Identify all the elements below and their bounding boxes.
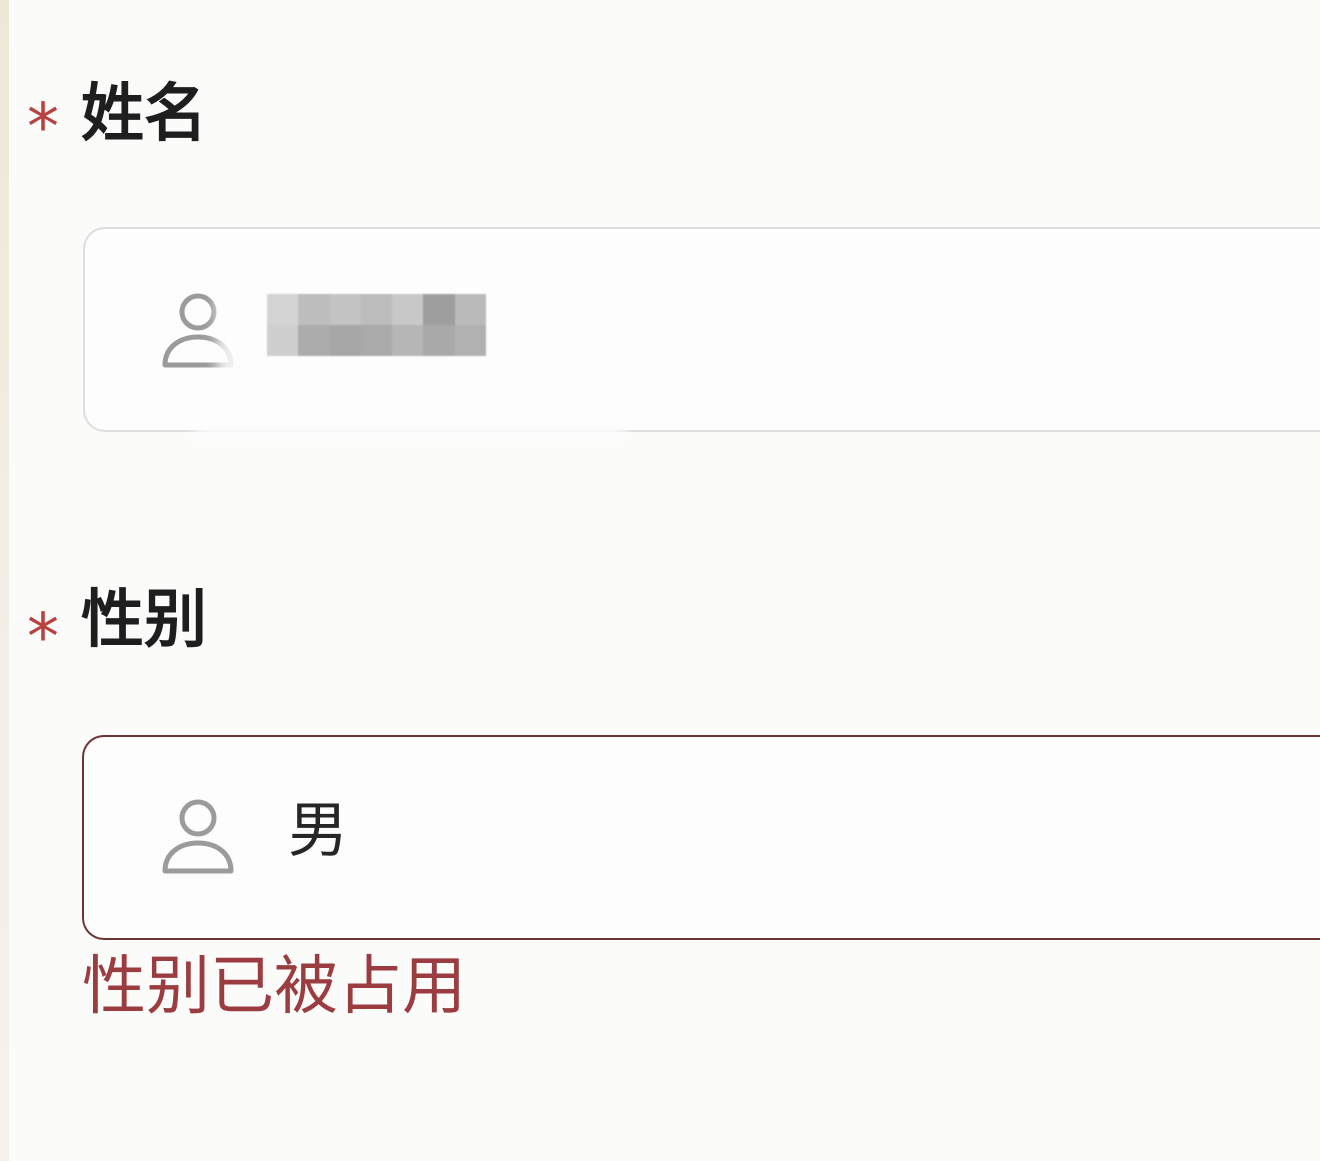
- redacted-name-value: [267, 294, 486, 356]
- name-input[interactable]: [83, 227, 1320, 439]
- required-asterisk: *: [27, 91, 59, 165]
- mosaic-cell: [298, 294, 330, 325]
- mosaic-cell: [454, 325, 486, 356]
- mosaic-cell: [360, 325, 393, 356]
- mosaic-cell: [329, 294, 361, 325]
- gender-label: 性别: [81, 583, 207, 656]
- mosaic-cell: [423, 294, 455, 325]
- gender-input[interactable]: 男: [82, 735, 1320, 940]
- mosaic-cell: [392, 325, 424, 356]
- mosaic-cell: [329, 325, 361, 356]
- gender-error-message: 性别已被占用: [82, 950, 466, 1024]
- mosaic-cell: [267, 325, 299, 356]
- required-asterisk: *: [27, 601, 59, 675]
- person-icon: [160, 798, 236, 876]
- name-label: 姓名: [81, 77, 207, 150]
- mosaic-cell: [392, 294, 424, 325]
- blur-wash: [195, 417, 625, 439]
- mosaic-cell: [423, 325, 455, 356]
- left-edge-strip: [0, 0, 9, 1161]
- mosaic-cell: [454, 294, 486, 325]
- mosaic-cell: [360, 294, 393, 325]
- blur-wash: [217, 281, 263, 385]
- mosaic-cell: [267, 294, 299, 325]
- mosaic-cell: [298, 325, 330, 356]
- gender-value: 男: [288, 796, 348, 866]
